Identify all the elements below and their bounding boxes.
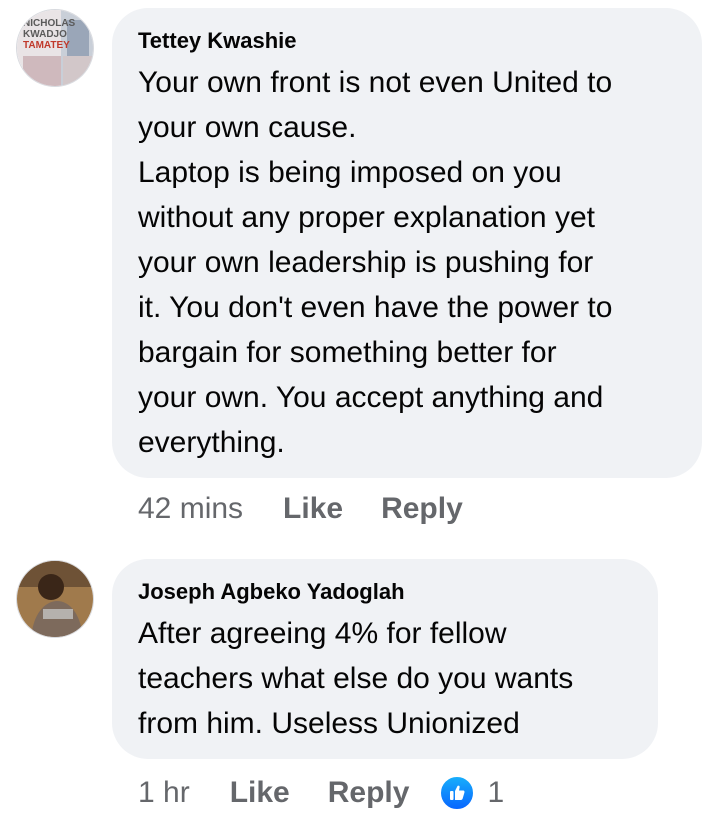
comment-timestamp[interactable]: 42 mins: [138, 492, 243, 526]
comment-actions: 42 mins Like Reply: [138, 492, 501, 526]
svg-text:TAMATEY: TAMATEY: [23, 40, 70, 51]
avatar[interactable]: [16, 560, 94, 638]
comment-bubble: Joseph Agbeko Yadoglah After agreeing 4%…: [112, 559, 658, 759]
comment-timestamp[interactable]: 1 hr: [138, 776, 190, 810]
reply-button[interactable]: Reply: [328, 776, 410, 810]
comment-author[interactable]: Joseph Agbeko Yadoglah: [138, 579, 632, 605]
like-button[interactable]: Like: [230, 776, 290, 810]
comment-text: After agreeing 4% for fellow teachers wh…: [138, 617, 574, 740]
reaction-count[interactable]: 1: [487, 776, 504, 810]
svg-text:KWADJO: KWADJO: [23, 29, 67, 40]
comment-text: Your own front is not even United to you…: [138, 66, 613, 459]
comment-bubble: Tettey Kwashie Your own front is not eve…: [112, 8, 702, 478]
avatar-image: [17, 561, 93, 637]
like-button[interactable]: Like: [283, 492, 343, 526]
svg-text:NICHOLAS: NICHOLAS: [23, 18, 76, 29]
thumbs-up-icon[interactable]: [439, 775, 476, 811]
comment-author[interactable]: Tettey Kwashie: [138, 28, 676, 54]
comment-actions: 1 hr Like Reply 1: [138, 775, 504, 811]
avatar-image: NICHOLAS KWADJO TAMATEY: [17, 10, 93, 86]
avatar[interactable]: NICHOLAS KWADJO TAMATEY: [16, 9, 94, 87]
reply-button[interactable]: Reply: [381, 492, 463, 526]
